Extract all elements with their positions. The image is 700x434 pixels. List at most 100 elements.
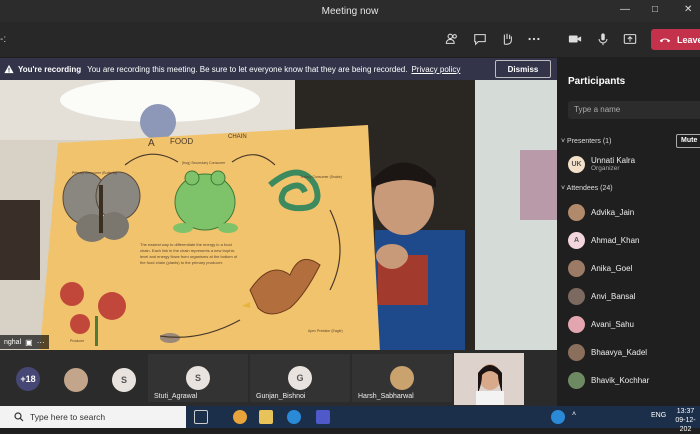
screen-share-icon: ▣ [25,337,33,347]
participant-role: Organizer [591,165,620,172]
participant-row[interactable]: Bhavik_Kochhar [568,370,649,390]
participant-row[interactable]: Bhaavya_Kadel [568,342,647,362]
avatar [568,371,585,389]
file-explorer-icon[interactable] [259,410,273,424]
participant-row[interactable]: Anvi_Bansal [568,286,635,306]
participant-row[interactable]: Advika_Jain [568,202,634,222]
avatar: UK [568,155,585,173]
avatar [390,366,414,390]
warning-icon [4,64,14,74]
avatar: S [112,368,136,392]
avatar: A [568,231,585,249]
mic-icon[interactable] [594,30,612,48]
avatar: G [288,366,312,390]
avatar: S [186,366,210,390]
attendees-label: Attendees (24) [566,185,613,192]
raise-hand-icon[interactable] [498,30,516,48]
poster-title-chain: CHAIN [228,134,247,140]
participant-name: Avani_Sahu [591,319,634,329]
close-icon[interactable]: ✕ [684,4,692,15]
avatar [568,287,585,305]
privacy-policy-link[interactable]: Privacy policy [411,65,460,74]
poster-butterfly-label: Primary Consumer (Butterfly) [72,171,117,175]
participant-row[interactable]: A Ahmad_Khan [568,230,639,250]
speaker-name-chip: nghal ▣ ··· [0,335,49,349]
meeting-toolbar: -: Leave [0,22,700,57]
participant-name: Anika_Goel [591,263,633,273]
mute-all-button[interactable]: Mute [676,134,700,148]
poster-eagle-label: Apex Predator (Eagle) [308,329,343,333]
participant-row[interactable]: Avani_Sahu [568,314,634,334]
participant-name: Ahmad_Khan [591,235,640,245]
presenters-label: Presenters (1) [567,138,612,145]
tray-overflow-icon[interactable]: ˄ [572,411,576,418]
phone-icon [659,38,671,42]
self-video [454,353,524,405]
participant-row[interactable]: UK Unnati Kalra Organizer [568,154,635,174]
participant-tile[interactable]: S Stuti_Agrawal [148,354,248,402]
clock[interactable]: 13:37 09-12-202 [671,407,700,434]
chevron-down-icon: ˅ [561,138,566,145]
poster-title-food: FOOD [170,137,193,146]
attendees-section[interactable]: ˅ Attendees (24) [561,185,613,192]
people-icon[interactable] [443,30,461,48]
avatar [568,343,585,361]
avatar [64,368,88,392]
participant-tile[interactable]: S [50,354,146,402]
participant-name: Bhaavya_Kadel [591,347,648,357]
chat-icon[interactable] [471,30,489,48]
participant-name: Advika_Jain [591,207,635,217]
participants-title: Participants [568,76,626,87]
participant-tile[interactable]: G Gunjan_Bishnoi [250,354,350,402]
language-indicator[interactable]: ENG [651,412,666,419]
meeting-timer: -: [0,34,7,45]
dismiss-button[interactable]: Dismiss [495,60,551,78]
speaker-name: nghal [4,338,22,346]
taskbar-search-placeholder: Type here to search [30,412,106,422]
recording-message: You are recording this meeting. Be sure … [87,64,408,74]
search-icon [14,412,24,422]
participant-name: Anvi_Bansal [591,291,636,301]
overflow-count[interactable]: +18 [16,367,40,391]
avatar [568,259,585,277]
more-icon[interactable] [525,30,543,48]
speaker-more-icon[interactable]: ··· [37,338,45,347]
taskbar-search-input[interactable]: Type here to search [0,406,186,428]
minimize-icon[interactable]: — [620,4,630,15]
clock-time: 13:37 [676,408,695,415]
participant-name: Stuti_Agrawal [154,393,198,400]
participant-name: Unnati Kalra [591,156,636,165]
camera-icon[interactable] [566,30,584,48]
participant-strip: +18 S S Stuti_Agrawal G Gunjan_Bishnoi H… [0,350,557,406]
recording-title: You're recording [18,64,82,74]
participant-name: Bhavik_Kochhar [591,375,650,385]
poster-frog-label: (frog) Secondary Consumer [182,161,226,165]
avatar [568,203,585,221]
share-icon[interactable] [621,30,639,48]
maximize-icon[interactable]: □ [652,4,658,15]
help-icon[interactable] [551,410,565,424]
participant-name: Harsh_Sabharwal [358,393,414,400]
participant-tile[interactable]: Harsh_Sabharwal [352,354,452,402]
avatar [568,315,585,333]
window-title: Meeting now [321,6,379,17]
participant-search-input[interactable]: Type a name [568,101,700,119]
task-view-icon[interactable] [194,410,208,424]
participant-row[interactable]: Anika_Goel [568,258,632,278]
poster-plant-label: Producer [70,339,85,343]
participant-name: Gunjan_Bishnoi [256,393,306,400]
video-frame: A FOOD CHAIN Primary Consumer (Butterfly… [0,80,557,350]
poster-body: The easiest way to differentiate the ene… [140,242,238,265]
leave-button[interactable]: Leave [651,29,700,50]
main-video: A FOOD CHAIN Primary Consumer (Butterfly… [0,80,557,350]
presenters-section[interactable]: ˅ Presenters (1) [561,138,611,145]
leave-label: Leave [677,34,700,45]
poster-title-a: A [148,138,155,149]
edge-icon[interactable] [287,410,301,424]
chrome-icon[interactable] [233,410,247,424]
self-video-tile[interactable] [454,353,524,405]
teams-icon[interactable] [316,410,330,424]
recording-banner: You're recording You are recording this … [0,58,557,80]
poster-snake-label: Tertiary Consumer (Snake) [300,175,342,179]
chevron-down-icon: ˅ [561,185,566,192]
